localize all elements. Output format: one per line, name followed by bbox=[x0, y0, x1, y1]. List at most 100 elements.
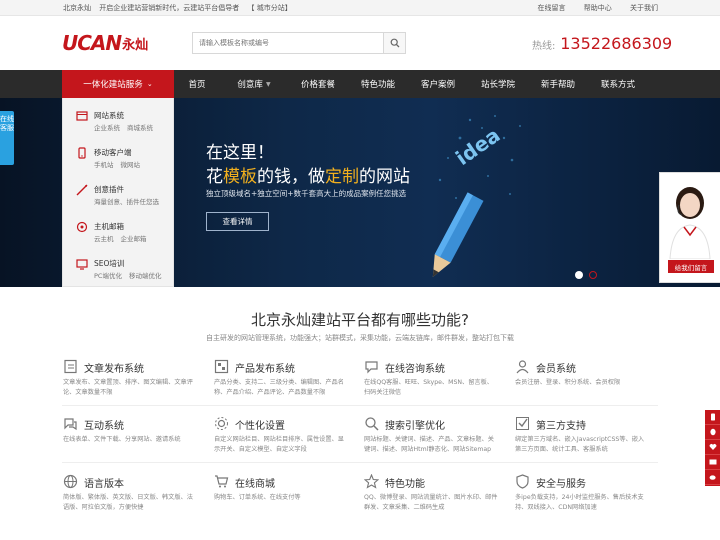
online-service-tab[interactable]: 在线客服 bbox=[0, 111, 14, 165]
feature-item: 搜索引擎优化 网站标题、关键词、描述、产品、文章标题、关键词、描述、网站Html静… bbox=[364, 416, 509, 468]
feature-item: 第三方支持 绑定第三方域名、嵌入JavascriptCSS等、嵌入第三方页面、统计… bbox=[515, 416, 660, 468]
right-float-toolbar bbox=[705, 410, 720, 486]
category-item-seo[interactable]: SEO培训 PC端优化 移动端优化 bbox=[63, 250, 175, 287]
category-sub-link[interactable]: 企业邮箱 bbox=[121, 235, 147, 243]
nav-item-creative[interactable]: 创意库 ▼ bbox=[220, 70, 288, 98]
logo[interactable]: UCAN 永灿 bbox=[62, 31, 149, 55]
search-icon bbox=[390, 38, 399, 48]
category-sub-link[interactable]: 云主机 bbox=[94, 235, 114, 243]
category-menu-button[interactable]: 一体化建站服务 ⌄ bbox=[62, 70, 174, 98]
feature-item: 特色功能 QQ、微博登录、网站流量统计、图片水印、邮件群发、文章采集、二维码生成 bbox=[364, 474, 509, 526]
category-sub-link[interactable]: 商城系统 bbox=[127, 124, 153, 132]
article-icon bbox=[64, 359, 77, 374]
chat-icon bbox=[365, 361, 378, 374]
hotline: 热线: 13522686309 bbox=[532, 34, 672, 53]
feature-item: 产品发布系统 产品分类、支持二、三级分类、编辑图、产品名称、产品介绍、产品评论、产… bbox=[214, 359, 359, 411]
nav-item-cases[interactable]: 客户案例 bbox=[408, 70, 468, 98]
feature-item: 语言版本简体版、繁体版、英文版、日文版、韩文版、法语版、阿拉伯文版，方便快捷 bbox=[63, 474, 208, 526]
nav-item-newbie-help[interactable]: 新手帮助 bbox=[528, 70, 588, 98]
nav-item-academy[interactable]: 站长学院 bbox=[468, 70, 528, 98]
svg-text:idea: idea bbox=[451, 123, 504, 170]
help-center-link[interactable]: 帮助中心 bbox=[584, 4, 612, 12]
category-item-plugin[interactable]: 创意插件 海量创意、插件任您选 bbox=[63, 176, 175, 213]
feature-title: 在线商城 bbox=[235, 479, 275, 490]
star-icon bbox=[364, 474, 379, 489]
interact-icon bbox=[64, 418, 77, 431]
weibo-icon[interactable] bbox=[705, 470, 720, 485]
consultant-avatar bbox=[669, 187, 711, 259]
category-item-mobile[interactable]: 移动客户端 手机站 微网站 bbox=[63, 139, 175, 176]
caret-down-icon: ▼ bbox=[265, 80, 271, 88]
features-subtitle: 自主研发的网站管理系统，功能强大；站群模式，采集功能，云端友链库，邮件群发，整站… bbox=[206, 334, 514, 342]
about-us-link[interactable]: 关于我们 bbox=[630, 4, 658, 12]
category-panel: 网站系统 企业系统 商城系统 移动客户端 手机站 微网站 创意插件 海量创意、插件任… bbox=[62, 98, 174, 287]
category-sub-link[interactable]: 手机站 bbox=[94, 161, 114, 169]
nav-item-features[interactable]: 特色功能 bbox=[348, 70, 408, 98]
feature-title: 搜索引擎优化 bbox=[385, 421, 445, 432]
feature-desc: 产品分类、支持二、三级分类、编辑图、产品名称、产品介绍、产品评论、产品数量不限 bbox=[214, 379, 344, 396]
nav-item-pricing[interactable]: 价格套餐 bbox=[288, 70, 348, 98]
online-service-label: 在线客服 bbox=[0, 115, 14, 132]
feature-item: 安全与服务 多ipe负载支持，24小时监控服务、售后技术支持、双线接入、CDN网络… bbox=[515, 474, 660, 526]
feature-title: 文章发布系统 bbox=[84, 364, 144, 375]
main-nav: 一体化建站服务 ⌄ 首页 创意库 ▼ 价格套餐 特色功能 客户案例 站长学院 新手… bbox=[0, 70, 720, 98]
pencil-illustration: idea bbox=[432, 115, 521, 277]
feature-desc: 在线表单、文件下载、分享网站、邀请系统 bbox=[63, 436, 181, 443]
feature-title: 语言版本 bbox=[84, 479, 124, 490]
feature-title: 安全与服务 bbox=[536, 479, 586, 490]
top-bar: 北京永灿 开启企业建站营销新时代，云建站平台倡导者 【 城市分站】 在线留言 帮… bbox=[0, 0, 720, 16]
features-title: 北京永灿建站平台都有哪些功能? bbox=[251, 311, 469, 329]
banner-pager bbox=[575, 271, 603, 279]
category-item-host[interactable]: 主机邮箱 云主机 企业邮箱 bbox=[63, 213, 175, 250]
city-branch-link[interactable]: 【 城市分站】 bbox=[247, 4, 291, 12]
top-bar-links: 在线留言 帮助中心 关于我们 bbox=[522, 3, 658, 13]
feature-desc: 会员注册、登录、积分系统、会员权限 bbox=[515, 379, 621, 386]
mobile-icon bbox=[78, 147, 86, 159]
chevron-down-icon: ⌄ bbox=[146, 80, 153, 88]
shop-icon bbox=[215, 475, 229, 488]
category-sub-link[interactable]: PC端优化 bbox=[94, 272, 122, 280]
category-sub-link[interactable]: 移动端优化 bbox=[129, 272, 162, 280]
banner-subline: 独立顶级域名+独立空间+数千套高大上的成品案例任您挑选 bbox=[206, 189, 407, 198]
heart-icon[interactable] bbox=[705, 440, 720, 455]
banner-dot-1[interactable] bbox=[575, 271, 583, 279]
feature-title: 特色功能 bbox=[385, 479, 425, 490]
hotline-number: 13522686309 bbox=[560, 34, 673, 53]
feature-desc: 文章发布、文章置顶、排序、图文编辑、文章评论、文章数量不限 bbox=[63, 379, 193, 396]
message-icon[interactable] bbox=[705, 455, 720, 470]
nav-item-home[interactable]: 首页 bbox=[174, 70, 220, 98]
search-input[interactable] bbox=[193, 33, 383, 53]
feature-title: 会员系统 bbox=[536, 364, 576, 375]
qq-icon[interactable] bbox=[705, 425, 720, 440]
feature-desc: 简体版、繁体版、英文版、日文版、韩文版、法语版、阿拉伯文版，方便快捷 bbox=[63, 494, 193, 511]
online-message-link[interactable]: 在线留言 bbox=[538, 4, 566, 12]
category-sub-link[interactable]: 企业系统 bbox=[94, 124, 120, 132]
consultant-card: 给我们留言 bbox=[659, 172, 720, 283]
nav-item-contact[interactable]: 联系方式 bbox=[588, 70, 648, 98]
header: UCAN 永灿 热线: 13522686309 bbox=[0, 16, 720, 70]
site-slogan: 开启企业建站营销新时代，云建站平台倡导者 bbox=[99, 4, 240, 12]
feature-item: 在线咨询系统 在线QQ客服、旺旺、Skype、MSN、留言板、扫码关注微信 bbox=[364, 359, 509, 411]
custom-icon bbox=[215, 417, 228, 430]
website-icon bbox=[76, 111, 88, 121]
logo-cn: 永灿 bbox=[122, 37, 149, 53]
banner-details-button[interactable]: 查看详情 bbox=[206, 212, 269, 231]
category-sub-link[interactable]: 微网站 bbox=[121, 161, 141, 169]
category-sub-link[interactable]: 海量创意、插件任您选 bbox=[94, 198, 159, 206]
product-icon bbox=[214, 359, 229, 374]
feature-item: 互动系统在线表单、文件下载、分享网站、邀请系统 bbox=[63, 416, 208, 468]
host-icon bbox=[76, 221, 88, 233]
feature-item: 会员系统会员注册、登录、积分系统、会员权限 bbox=[515, 359, 660, 411]
category-item-website[interactable]: 网站系统 企业系统 商城系统 bbox=[63, 102, 175, 139]
search-box bbox=[192, 32, 406, 54]
leave-message-button[interactable]: 给我们留言 bbox=[668, 260, 714, 273]
feature-item: 在线商城 购物车、订单系统、在线支付等 bbox=[214, 474, 359, 526]
category-menu-label: 一体化建站服务 bbox=[83, 80, 143, 90]
phone-icon[interactable] bbox=[705, 410, 720, 425]
feature-title: 互动系统 bbox=[84, 421, 124, 432]
feature-desc: QQ、微博登录、网站流量统计、图片水印、邮件群发、文章采集、二维码生成 bbox=[364, 494, 498, 511]
thirdparty-icon bbox=[516, 417, 529, 430]
logo-text: UCAN bbox=[62, 31, 122, 55]
search-button[interactable] bbox=[383, 33, 405, 53]
banner-dot-2[interactable] bbox=[589, 271, 597, 279]
